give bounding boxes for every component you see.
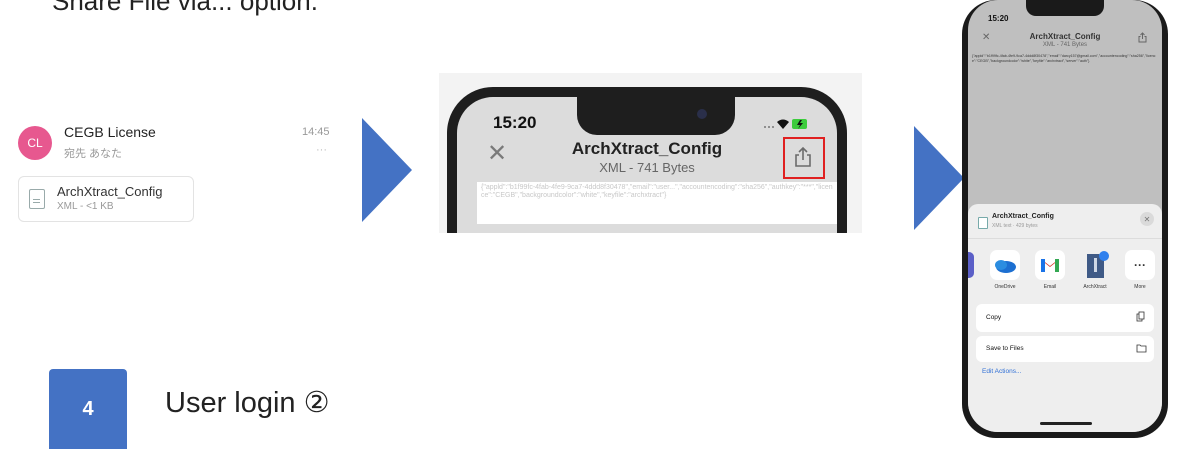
step-title: User login ② — [165, 387, 330, 419]
instruction-text: Share File via... option. — [52, 0, 318, 16]
edit-actions-link[interactable]: Edit Actions... — [982, 368, 1021, 375]
teams-app-icon[interactable] — [968, 252, 974, 278]
file-content: {"appld":"b1f99fc-4fab-4fe9-9ca7-4ddd8f3… — [477, 182, 837, 224]
copy-icon — [1136, 311, 1145, 324]
mail-recipient: 宛先 あなた — [64, 148, 123, 160]
app-label: OneDrive — [994, 284, 1016, 290]
share-sheet: ArchXtract_Config XML text · 429 bytes ✕… — [968, 204, 1162, 432]
phone-screen: 15:20 ✕ ArchXtract_Config XML - 741 Byte… — [968, 0, 1162, 432]
onedrive-icon — [995, 260, 1016, 273]
phone-notch — [1026, 0, 1104, 16]
onedrive-app-button[interactable] — [990, 250, 1020, 280]
app-label: ArchXtract — [1083, 284, 1107, 290]
arrow-right-icon — [914, 126, 964, 230]
divider — [968, 238, 1162, 239]
share-icon — [795, 146, 811, 167]
arrow-right-icon — [362, 118, 412, 222]
step-number-badge: 4 — [49, 369, 127, 449]
avatar: CL — [18, 126, 52, 160]
sheet-file-meta: XML text · 429 bytes — [992, 223, 1038, 229]
attachment-name: ArchXtract_Config — [57, 184, 163, 199]
share-icon[interactable] — [1138, 32, 1147, 45]
file-icon — [29, 189, 45, 209]
sheet-file-name: ArchXtract_Config — [992, 213, 1054, 220]
archxtract-icon — [1087, 251, 1109, 278]
ellipsis-icon: ··· — [1134, 258, 1146, 272]
home-indicator — [1040, 422, 1092, 425]
more-icon[interactable]: ··· — [316, 144, 327, 156]
mail-sender: CEGB License — [64, 124, 156, 140]
gmail-icon — [1041, 259, 1059, 272]
email-app-button[interactable] — [1035, 250, 1065, 280]
action-label: Save to Files — [986, 345, 1024, 352]
phone-preview-crop: 15:20 ✕ ArchXtract_Config XML - 741 Byte… — [439, 73, 862, 233]
file-title: ArchXtract_Config — [1029, 32, 1101, 41]
share-button[interactable] — [783, 137, 825, 179]
folder-icon — [1136, 344, 1147, 355]
action-label: Copy — [986, 314, 1002, 321]
more-apps-button[interactable]: ··· — [1125, 250, 1155, 280]
save-to-files-action[interactable]: Save to Files — [976, 336, 1154, 362]
copy-action[interactable]: Copy — [976, 304, 1154, 332]
status-time: 15:20 — [493, 113, 537, 132]
phone-screen: 15:20 ✕ ArchXtract_Config XML - 741 Byte… — [457, 97, 837, 233]
status-time: 15:20 — [988, 14, 1009, 23]
phone-notch — [577, 97, 735, 135]
app-label: More — [1134, 284, 1146, 290]
attachment-meta: XML - <1 KB — [57, 201, 114, 212]
attachment-card[interactable]: ArchXtract_Config XML - <1 KB — [18, 176, 194, 222]
file-subtitle: XML - 741 Bytes — [599, 160, 695, 175]
archxtract-app-button[interactable] — [1080, 250, 1110, 280]
file-icon — [978, 217, 988, 229]
mail-list-item[interactable]: CL CEGB License 宛先 あなた 14:45 ··· — [18, 118, 330, 178]
status-icons — [763, 117, 809, 136]
file-content: {"appld":"b1f99fc-4fab-4fe9-9ca7-4ddd8f3… — [972, 54, 1156, 63]
mail-time: 14:45 — [302, 126, 330, 138]
file-subtitle: XML - 741 Bytes — [1042, 42, 1088, 48]
camera-icon — [697, 109, 707, 119]
app-label: Email — [1043, 284, 1057, 290]
file-title: ArchXtract_Config — [571, 139, 723, 158]
close-sheet-button[interactable]: ✕ — [1140, 212, 1154, 226]
phone-frame: 15:20 ✕ ArchXtract_Config XML - 741 Byte… — [962, 0, 1168, 438]
